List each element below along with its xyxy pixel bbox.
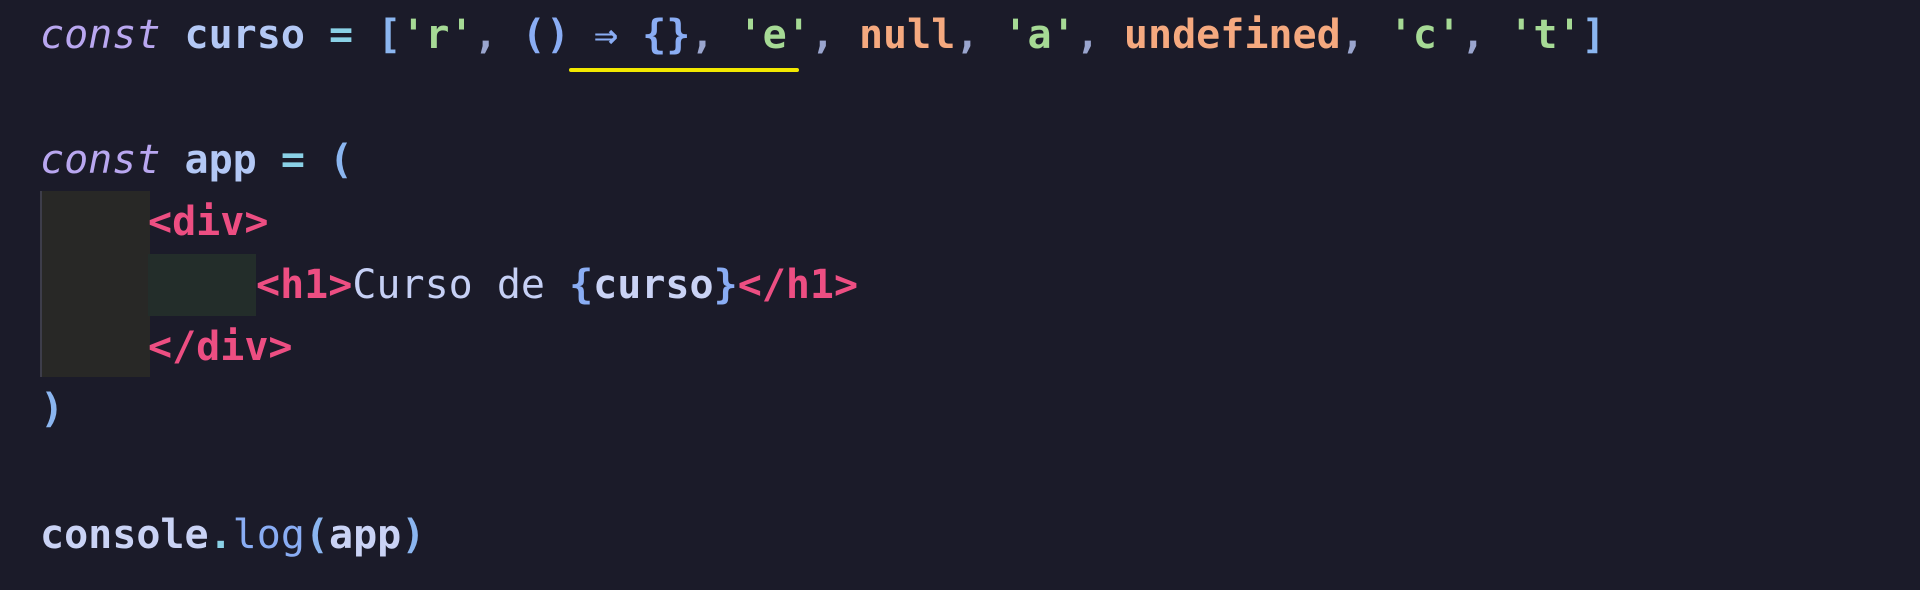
code-line-7[interactable]: ) (40, 378, 64, 440)
jsx-div-close: </div> (148, 324, 293, 370)
code-line-6[interactable]: </div> (148, 316, 293, 378)
arrow-function: () ⇒ {} (521, 12, 691, 58)
comma: , (810, 12, 835, 58)
comma: , (473, 12, 498, 58)
string-e: 'e' (738, 12, 811, 58)
operator-assign: = (329, 12, 354, 58)
identifier-curso: curso (593, 262, 714, 308)
keyword-const: const (40, 137, 161, 183)
code-line-5[interactable]: <h1> Curso de {curso} </h1> (256, 254, 858, 316)
comma: , (1461, 12, 1486, 58)
keyword-const: const (40, 12, 161, 58)
identifier-curso: curso (184, 12, 305, 58)
string-c: 'c' (1388, 12, 1462, 58)
string-a: 'a' (1003, 12, 1076, 58)
paren-close: ) (40, 386, 65, 432)
code-line-3[interactable]: const app = ( (40, 129, 353, 191)
method-log: log (232, 512, 305, 558)
jsx-div-open: <div> (148, 199, 269, 245)
paren-open: ( (329, 137, 354, 183)
code-editor[interactable]: const curso = ['r', () ⇒ {}, 'e', null, … (0, 0, 1920, 590)
paren-open: ( (304, 512, 330, 558)
jsx-h1-open: <h1> (256, 262, 353, 308)
indent-guide-nested (148, 254, 256, 316)
code-line-9[interactable]: console. log(app) (40, 504, 425, 566)
identifier-console: console (40, 512, 209, 558)
paren-close: ) (401, 512, 426, 558)
identifier-app: app (184, 137, 257, 183)
brace-open: { (569, 262, 594, 308)
bracket-close: ] (1581, 12, 1606, 58)
bracket-open: [ (377, 12, 402, 58)
operator-assign: = (280, 137, 305, 183)
indent-guide (40, 191, 150, 377)
identifier-app: app (329, 512, 402, 558)
brace-close: } (713, 262, 738, 308)
comma: , (1340, 12, 1365, 58)
squiggle-underline (569, 68, 799, 72)
code-line-4[interactable]: <div> (148, 191, 268, 253)
comma: , (690, 12, 715, 58)
jsx-h1-close: </h1> (737, 262, 859, 308)
string-t: 't' (1509, 12, 1582, 58)
string-r: 'r' (401, 12, 474, 58)
literal-undefined: undefined (1123, 12, 1341, 58)
comma: , (1075, 12, 1100, 58)
code-line-1[interactable]: const curso = ['r', () ⇒ {}, 'e', null, … (40, 4, 1606, 66)
comma: , (955, 12, 980, 58)
dot: . (208, 512, 233, 558)
literal-null: null (858, 12, 956, 58)
jsx-text: Curso de (352, 262, 570, 308)
